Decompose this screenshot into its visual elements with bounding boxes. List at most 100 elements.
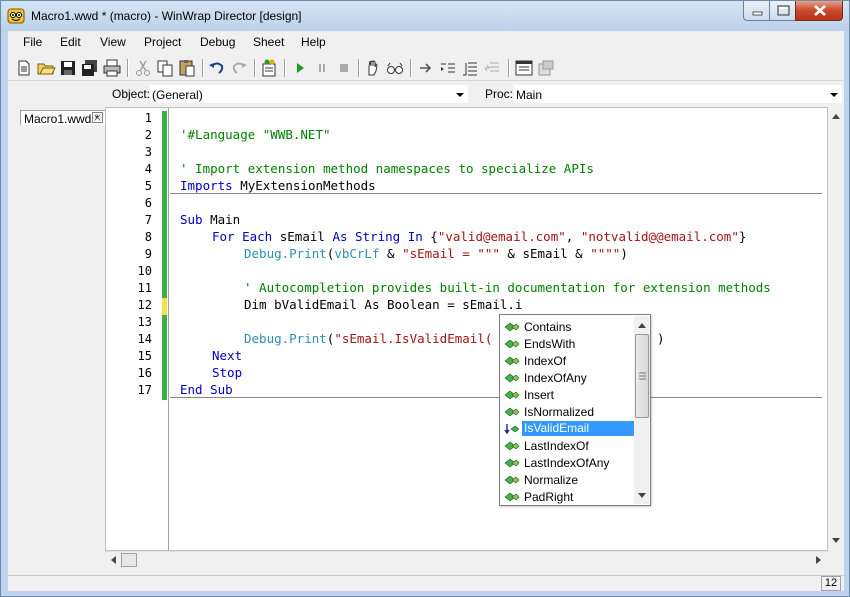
step-out-icon: [463, 62, 477, 76]
line-number: 8: [144, 230, 152, 244]
vertical-scrollbar[interactable]: [828, 107, 844, 551]
autocomplete-item[interactable]: IndexOf: [502, 352, 634, 369]
pause-button[interactable]: [312, 58, 332, 78]
scrollbar-thumb[interactable]: [635, 334, 649, 418]
run-button[interactable]: [290, 58, 310, 78]
step-to-cursor-button[interactable]: [482, 58, 502, 78]
line-number: 4: [144, 162, 152, 176]
menu-debug[interactable]: Debug: [200, 35, 235, 49]
autocomplete-item-label: IndexOf: [524, 354, 567, 368]
menu-help[interactable]: Help: [301, 35, 326, 49]
code-text: vbCrLf: [334, 246, 380, 261]
autocomplete-popup[interactable]: Contains EndsWith IndexOf IndexOfAny Ins…: [499, 314, 651, 506]
horizontal-scrollbar[interactable]: [105, 551, 828, 567]
autocomplete-scrollbar[interactable]: [634, 316, 650, 504]
autocomplete-item[interactable]: Insert: [502, 386, 634, 403]
step-into-button[interactable]: [416, 58, 436, 78]
chevron-down-icon[interactable]: [831, 537, 841, 545]
method-icon: [504, 322, 520, 332]
close-icon: [814, 5, 826, 16]
toolbar-separator: [202, 59, 204, 77]
undo-button[interactable]: [207, 58, 227, 78]
autocomplete-item[interactable]: LastIndexOfAny: [502, 454, 634, 471]
autocomplete-item[interactable]: EndsWith: [502, 335, 634, 352]
save-all-button[interactable]: [80, 58, 100, 78]
object-select[interactable]: (General): [149, 84, 469, 104]
step-out-button[interactable]: [460, 58, 480, 78]
proc-value: Main: [516, 88, 543, 102]
autocomplete-item-label: LastIndexOf: [524, 439, 589, 453]
extension-method-icon: [504, 424, 520, 435]
quick-watch-button[interactable]: [385, 58, 405, 78]
new-file-icon: [18, 60, 30, 76]
proc-label: Proc:: [485, 87, 514, 101]
print-button[interactable]: [102, 58, 122, 78]
tab-macro1[interactable]: Macro1.wwd *: [20, 110, 106, 126]
line-number: 7: [144, 213, 152, 227]
code-text: Print: [289, 246, 327, 261]
chevron-up-icon[interactable]: [637, 321, 647, 329]
close-icon[interactable]: [92, 112, 103, 123]
code-line: Imports MyExtensionMethods: [180, 178, 376, 193]
properties-button[interactable]: [536, 58, 556, 78]
autocomplete-item[interactable]: IndexOfAny: [502, 369, 634, 386]
line-number: 2: [144, 128, 152, 142]
open-file-button[interactable]: [36, 58, 56, 78]
save-button[interactable]: [58, 58, 78, 78]
close-button[interactable]: [795, 1, 843, 21]
autocomplete-item[interactable]: IsNormalized: [502, 403, 634, 420]
window-title: Macro1.wwd * (macro) - WinWrap Director …: [31, 9, 302, 23]
object-value: (General): [152, 88, 203, 102]
autocomplete-item-label: PadRight: [524, 490, 574, 504]
autocomplete-item[interactable]: Normalize: [502, 471, 634, 488]
autocomplete-item-selected[interactable]: IsValidEmail: [502, 420, 634, 437]
redo-button[interactable]: [229, 58, 249, 78]
title-bar[interactable]: Macro1.wwd * (macro) - WinWrap Director …: [1, 1, 849, 31]
chevron-down-icon[interactable]: [637, 492, 647, 500]
paste-button[interactable]: [177, 58, 197, 78]
menu-file[interactable]: File: [23, 35, 42, 49]
chevron-down-icon: [456, 93, 464, 97]
autocomplete-item[interactable]: PadRight: [502, 488, 634, 505]
line-number: 14: [137, 332, 152, 346]
toolbar-separator: [410, 59, 412, 77]
chevron-left-icon[interactable]: [109, 555, 117, 565]
menu-project[interactable]: Project: [144, 35, 181, 49]
menu-view[interactable]: View: [100, 35, 126, 49]
maximize-button[interactable]: [769, 1, 796, 21]
code-text: Main: [202, 212, 241, 227]
hand-icon: [368, 60, 378, 76]
line-number-indicator: 12: [821, 576, 841, 591]
line-number: 10: [137, 264, 152, 278]
step-over-button[interactable]: [438, 58, 458, 78]
minimize-button[interactable]: [743, 1, 770, 21]
app-icon: [7, 8, 25, 24]
menu-edit[interactable]: Edit: [60, 35, 81, 49]
step-into-icon: [420, 63, 432, 73]
code-line: '#Language "WWB.NET": [180, 127, 331, 142]
cut-button[interactable]: [133, 58, 153, 78]
code-text: {: [422, 229, 438, 244]
references-button[interactable]: [259, 58, 279, 78]
keyword: Imports: [180, 178, 233, 193]
method-icon: [504, 475, 520, 485]
menu-sheet[interactable]: Sheet: [253, 35, 284, 49]
minimize-icon: [752, 11, 763, 16]
maximize-icon: [777, 5, 790, 16]
new-file-button[interactable]: [14, 58, 34, 78]
string-literal: """": [590, 246, 621, 261]
code-editor[interactable]: 1 2 3 4 5 6 7 8 9 10 11 12 13 14 15 16 1…: [105, 107, 828, 551]
copy-button[interactable]: [155, 58, 175, 78]
toggle-break-button[interactable]: [363, 58, 383, 78]
redo-icon: [232, 62, 247, 74]
chevron-right-icon[interactable]: [815, 555, 823, 565]
chevron-up-icon[interactable]: [831, 112, 841, 120]
scrollbar-thumb[interactable]: [121, 553, 137, 567]
proc-select[interactable]: Main: [513, 84, 843, 104]
code-text: Debug.: [244, 246, 290, 261]
edit-dialog-button[interactable]: [514, 58, 534, 78]
method-icon: [504, 373, 520, 383]
autocomplete-item[interactable]: Contains: [502, 318, 634, 335]
stop-button[interactable]: [334, 58, 354, 78]
autocomplete-item[interactable]: LastIndexOf: [502, 437, 634, 454]
